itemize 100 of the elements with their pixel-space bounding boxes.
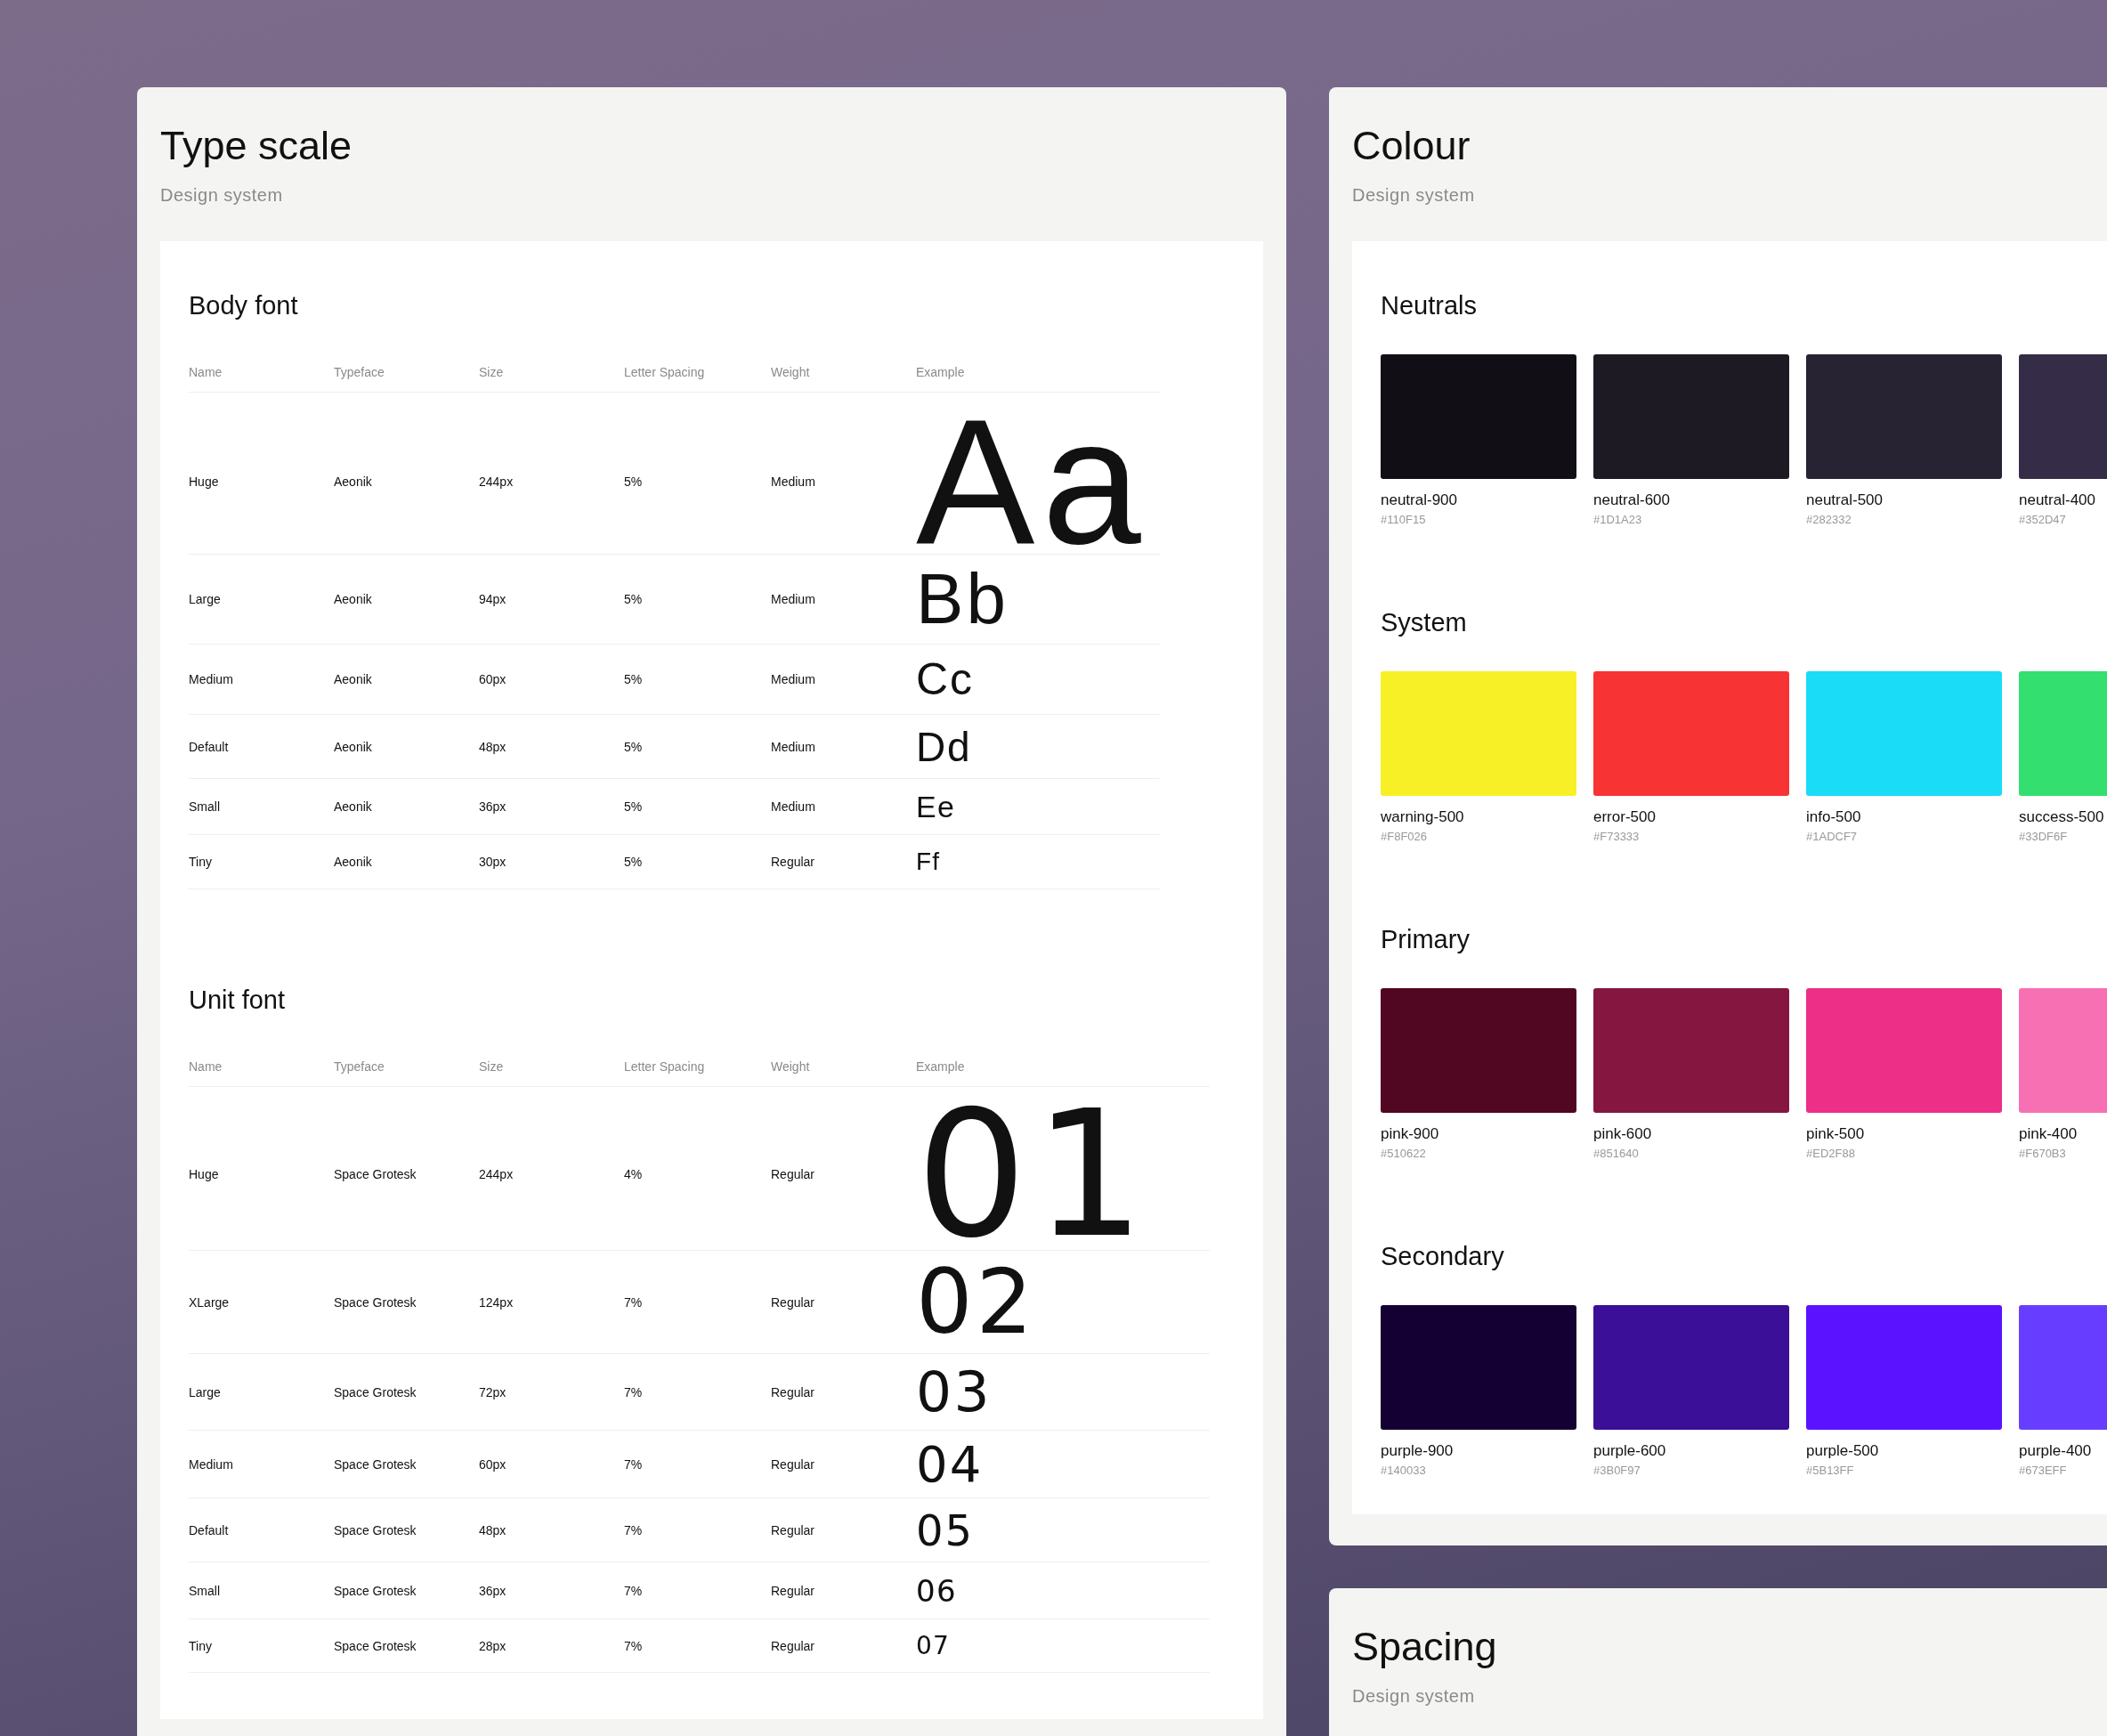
letter-spacing-value: 7% bbox=[624, 1583, 644, 1598]
size-value: 244px bbox=[479, 475, 515, 489]
section-heading: Primary bbox=[1381, 925, 1471, 954]
weight-value: Medium bbox=[771, 739, 816, 754]
letter-spacing-value: 5% bbox=[624, 739, 644, 754]
typeface-name: Space Grotesk bbox=[334, 1294, 417, 1310]
weight-value: Regular bbox=[771, 1294, 816, 1310]
hex-code: #ED2F88 bbox=[1806, 1147, 1856, 1160]
section-heading: Neutrals bbox=[1381, 291, 1478, 320]
card-subtitle: Design system bbox=[1352, 185, 1476, 206]
card-title: Type scale bbox=[160, 123, 353, 169]
hex-code: #510622 bbox=[1381, 1147, 1427, 1160]
typeface-name: Aeonik bbox=[334, 739, 373, 754]
column-header: Weight bbox=[771, 365, 811, 379]
typeface-name: Aeonik bbox=[334, 592, 373, 606]
type-specimen: Cc bbox=[916, 657, 976, 702]
letter-spacing-value: 5% bbox=[624, 799, 644, 814]
size-value: 36px bbox=[479, 799, 507, 814]
hex-code: #110F15 bbox=[1381, 513, 1427, 526]
size-value: 28px bbox=[479, 1638, 507, 1653]
style-name: Medium bbox=[189, 672, 234, 686]
style-name: Large bbox=[189, 1384, 222, 1399]
letter-spacing-value: 7% bbox=[624, 1456, 644, 1472]
weight-value: Regular bbox=[771, 1583, 816, 1598]
letter-spacing-value: 5% bbox=[624, 855, 644, 869]
hex-code: #3B0F97 bbox=[1593, 1464, 1641, 1477]
style-name: Tiny bbox=[189, 855, 213, 869]
weight-value: Regular bbox=[771, 1456, 816, 1472]
type-specimen: Ee bbox=[916, 791, 957, 822]
style-name: Tiny bbox=[189, 1638, 213, 1653]
column-header: Example bbox=[916, 365, 966, 379]
style-name: Small bbox=[189, 1583, 221, 1598]
colour-name: warning-500 bbox=[1381, 808, 1465, 826]
column-header: Size bbox=[479, 1059, 505, 1074]
section-heading: Body font bbox=[189, 291, 299, 320]
hex-code: #282332 bbox=[1806, 513, 1852, 526]
type-specimen: 05 bbox=[916, 1508, 975, 1552]
type-specimen: Dd bbox=[916, 726, 973, 767]
section-heading: Unit font bbox=[189, 986, 286, 1015]
colour-name: pink-600 bbox=[1593, 1125, 1653, 1143]
type-specimen: Ff bbox=[916, 849, 942, 874]
letter-spacing-value: 5% bbox=[624, 475, 644, 489]
letter-spacing-value: 7% bbox=[624, 1638, 644, 1653]
size-value: 60px bbox=[479, 672, 507, 686]
colour-name: purple-500 bbox=[1806, 1442, 1880, 1460]
column-header: Weight bbox=[771, 1059, 811, 1074]
weight-value: Regular bbox=[771, 855, 816, 869]
letter-spacing-value: 7% bbox=[624, 1294, 644, 1310]
type-specimen: 07 bbox=[916, 1633, 951, 1659]
hex-code: #352D47 bbox=[2019, 513, 2067, 526]
hex-code: #851640 bbox=[1593, 1147, 1640, 1160]
hex-code: #673EFF bbox=[2019, 1464, 2068, 1477]
colour-name: neutral-500 bbox=[1806, 491, 1884, 509]
typeface-name: Space Grotesk bbox=[334, 1456, 417, 1472]
colour-name: purple-400 bbox=[2019, 1442, 2093, 1460]
size-value: 48px bbox=[479, 1522, 507, 1537]
type-specimen: 03 bbox=[916, 1364, 993, 1420]
colour-name: purple-900 bbox=[1381, 1442, 1455, 1460]
style-name: Large bbox=[189, 592, 222, 606]
weight-value: Medium bbox=[771, 799, 816, 814]
hex-code: #F8F026 bbox=[1381, 830, 1429, 843]
letter-spacing-value: 5% bbox=[624, 592, 644, 606]
typeface-name: Space Grotesk bbox=[334, 1638, 417, 1653]
style-name: Huge bbox=[189, 475, 220, 489]
colour-name: pink-900 bbox=[1381, 1125, 1440, 1143]
size-value: 72px bbox=[479, 1384, 507, 1399]
typeface-name: Aeonik bbox=[334, 855, 373, 869]
column-header: Size bbox=[479, 365, 505, 379]
weight-value: Medium bbox=[771, 592, 816, 606]
typeface-name: Aeonik bbox=[334, 475, 373, 489]
style-name: Small bbox=[189, 799, 221, 814]
style-name: Default bbox=[189, 739, 230, 754]
typeface-name: Aeonik bbox=[334, 799, 373, 814]
weight-value: Medium bbox=[771, 475, 816, 489]
letter-spacing-value: 5% bbox=[624, 672, 644, 686]
typeface-name: Space Grotesk bbox=[334, 1522, 417, 1537]
letter-spacing-value: 7% bbox=[624, 1522, 644, 1537]
column-header: Letter Spacing bbox=[624, 365, 706, 379]
colour-name: info-500 bbox=[1806, 808, 1862, 826]
section-heading: System bbox=[1381, 608, 1468, 637]
column-header: Example bbox=[916, 1059, 966, 1074]
size-value: 124px bbox=[479, 1294, 515, 1310]
card-subtitle: Design system bbox=[1352, 1686, 1476, 1707]
colour-name: success-500 bbox=[2019, 808, 2105, 826]
size-value: 30px bbox=[479, 855, 507, 869]
weight-value: Regular bbox=[771, 1384, 816, 1399]
hex-code: #1D1A23 bbox=[1593, 513, 1643, 526]
typeface-name: Space Grotesk bbox=[334, 1384, 417, 1399]
size-value: 60px bbox=[479, 1456, 507, 1472]
weight-value: Medium bbox=[771, 672, 816, 686]
column-header: Name bbox=[189, 365, 223, 379]
hex-code: #140033 bbox=[1381, 1464, 1427, 1477]
colour-name: neutral-400 bbox=[2019, 491, 2096, 509]
letter-spacing-value: 4% bbox=[624, 1167, 644, 1181]
size-value: 36px bbox=[479, 1583, 507, 1598]
hex-code: #F670B3 bbox=[2019, 1147, 2067, 1160]
type-specimen: 06 bbox=[916, 1575, 958, 1606]
column-header: Letter Spacing bbox=[624, 1059, 706, 1074]
style-name: XLarge bbox=[189, 1294, 231, 1310]
colour-name: pink-400 bbox=[2019, 1125, 2079, 1143]
